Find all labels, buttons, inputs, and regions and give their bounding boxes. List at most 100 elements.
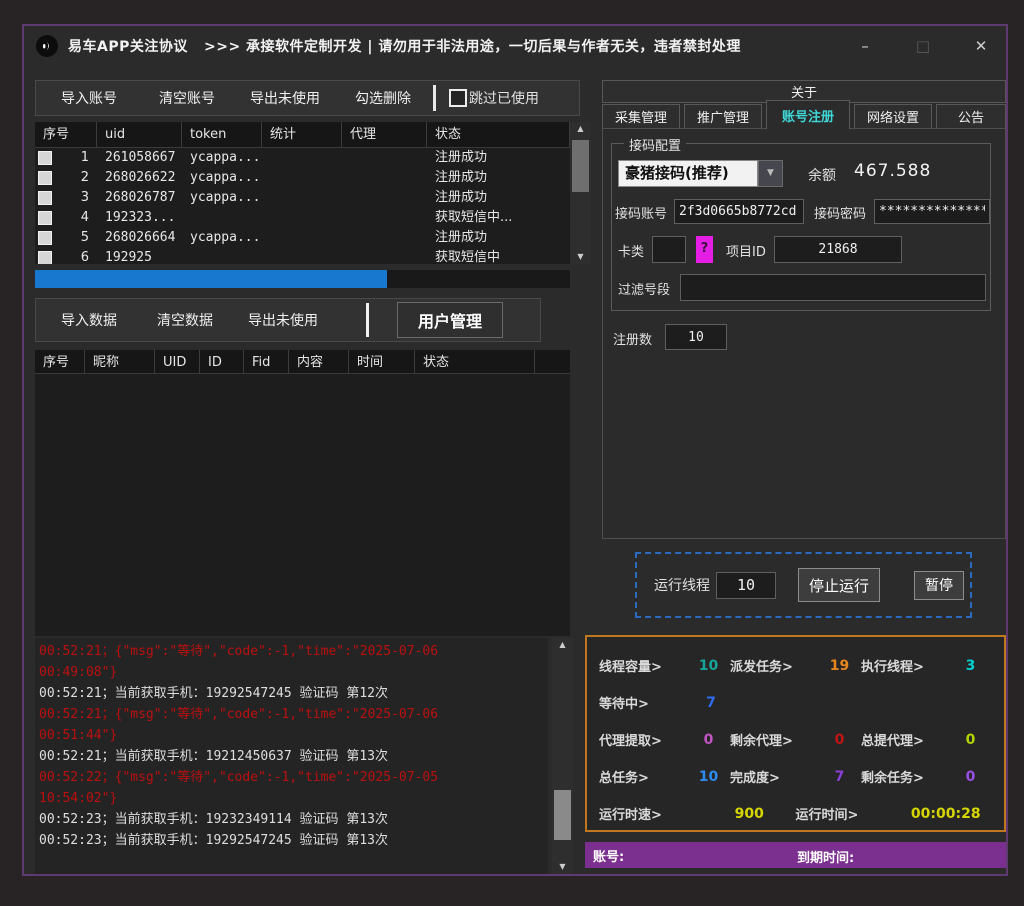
export-unused-accounts-button[interactable]: 导出未使用 <box>250 88 320 108</box>
accounts-header-col-0[interactable]: 序号 <box>35 122 97 147</box>
scroll-up-icon[interactable]: ▲ <box>552 638 573 652</box>
user-management-button[interactable]: 用户管理 <box>397 302 503 338</box>
row-checkbox[interactable] <box>38 211 52 225</box>
scrollbar-thumb[interactable] <box>572 140 589 192</box>
data-header-col-0[interactable]: 序号 <box>35 350 85 373</box>
accounts-header-col-3[interactable]: 统计 <box>262 122 342 147</box>
log-scrollbar[interactable]: ▲ ▼ <box>552 638 573 874</box>
import-data-button[interactable]: 导入数据 <box>61 310 117 330</box>
accounts-header-col-4[interactable]: 代理 <box>342 122 427 147</box>
delete-checked-button[interactable]: 勾选删除 <box>355 88 411 108</box>
import-accounts-button[interactable]: 导入账号 <box>61 88 117 108</box>
stat-label: 运行时间> <box>796 804 900 823</box>
skip-used-checkbox[interactable] <box>449 89 467 107</box>
row-checkbox[interactable] <box>38 251 52 264</box>
accounts-header-col-1[interactable]: uid <box>97 122 182 147</box>
stat-value: 19 <box>818 658 861 674</box>
stat-label: 总任务> <box>599 767 687 786</box>
data-table <box>35 374 570 636</box>
log-line: 00:49:08"} <box>39 662 546 683</box>
filter-segment-input[interactable] <box>680 274 986 301</box>
data-table-header: 序号昵称UIDIDFid内容时间状态 <box>35 350 570 374</box>
row-checkbox[interactable] <box>38 191 52 205</box>
maximize-button[interactable]: □ <box>910 34 936 58</box>
accounts-hscrollbar[interactable] <box>35 270 570 288</box>
data-header-col-6[interactable]: 时间 <box>349 350 415 373</box>
row-index: 2 <box>81 168 89 188</box>
accounts-table-scrollbar[interactable]: ▲ ▼ <box>570 122 591 264</box>
scroll-down-icon[interactable]: ▼ <box>570 250 591 264</box>
stats-panel: 线程容量>10派发任务>19执行线程>3等待中>7代理提取>0剩余代理>0总提代… <box>585 635 1006 832</box>
account-row[interactable]: 1261058667ycappa...注册成功 <box>35 148 570 168</box>
scrollbar-thumb[interactable] <box>554 790 571 840</box>
project-id-input[interactable] <box>774 236 902 263</box>
stat-item: 代理提取>0 <box>599 730 730 749</box>
cell-token: ycappa... <box>182 188 262 208</box>
stat-label: 代理提取> <box>599 730 687 749</box>
register-count-input[interactable] <box>665 324 727 350</box>
scroll-up-icon[interactable]: ▲ <box>570 122 591 136</box>
card-type-label: 卡类 <box>618 241 644 260</box>
close-button[interactable]: ✕ <box>968 34 994 58</box>
account-row[interactable]: 5268026664ycappa...注册成功 <box>35 228 570 248</box>
cell-uid: 268026664 <box>97 228 182 248</box>
stop-run-button[interactable]: 停止运行 <box>798 568 880 602</box>
help-button[interactable]: ? <box>696 236 713 263</box>
account-row[interactable]: 3268026787ycappa...注册成功 <box>35 188 570 208</box>
accounts-header-col-5[interactable]: 状态 <box>427 122 570 147</box>
account-row[interactable]: 6192925获取短信中 <box>35 248 570 264</box>
tab-announcement[interactable]: 公告 <box>936 104 1006 129</box>
clear-data-button[interactable]: 清空数据 <box>157 310 213 330</box>
sms-password-input[interactable] <box>874 199 990 224</box>
tab-network-settings[interactable]: 网络设置 <box>854 104 932 129</box>
row-checkbox[interactable] <box>38 231 52 245</box>
export-unused-data-button[interactable]: 导出未使用 <box>248 310 318 330</box>
minimize-button[interactable]: – <box>852 34 878 58</box>
tab-account-register[interactable]: 账号注册 <box>766 100 850 129</box>
pause-button[interactable]: 暂停 <box>914 571 964 600</box>
cell-uid: 268026622 <box>97 168 182 188</box>
accounts-header-col-2[interactable]: token <box>182 122 262 147</box>
tab-collect-management[interactable]: 采集管理 <box>602 104 680 129</box>
data-header-col-4[interactable]: Fid <box>244 350 289 373</box>
hscrollbar-thumb[interactable] <box>35 270 387 288</box>
dropdown-arrow-icon[interactable]: ▼ <box>758 160 783 187</box>
app-logo-icon <box>36 35 58 57</box>
scroll-down-icon[interactable]: ▼ <box>552 860 573 874</box>
stat-item: 派发任务>19 <box>730 656 861 675</box>
stat-label: 完成度> <box>730 767 818 786</box>
license-expire-label: 到期时间: <box>797 847 854 866</box>
cell-proxy <box>342 248 427 264</box>
tab-promotion-management[interactable]: 推广管理 <box>684 104 762 129</box>
stat-label: 执行线程> <box>861 656 949 675</box>
clear-accounts-button[interactable]: 清空账号 <box>159 88 215 108</box>
cell-token <box>182 248 262 264</box>
thread-count-label: 运行线程 <box>654 575 710 595</box>
account-row[interactable]: 2268026622ycappa...注册成功 <box>35 168 570 188</box>
sms-account-input[interactable] <box>674 199 804 224</box>
data-header-col-7[interactable]: 状态 <box>415 350 535 373</box>
row-index: 4 <box>81 208 89 228</box>
row-checkbox[interactable] <box>38 171 52 185</box>
log-line: 00:51:44"} <box>39 725 546 746</box>
stat-label: 剩余任务> <box>861 767 949 786</box>
cell-status: 注册成功 <box>427 168 570 188</box>
data-header-col-3[interactable]: ID <box>200 350 244 373</box>
account-row[interactable]: 4192323...获取短信中... <box>35 208 570 228</box>
sms-provider-dropdown[interactable]: 豪猪接码(推荐) <box>618 160 758 187</box>
card-type-input[interactable] <box>652 236 686 263</box>
cell-proxy <box>342 148 427 168</box>
stat-item: 执行线程>3 <box>861 656 992 675</box>
cell-token <box>182 208 262 228</box>
cell-proxy <box>342 188 427 208</box>
cell-token: ycappa... <box>182 148 262 168</box>
data-header-col-1[interactable]: 昵称 <box>85 350 155 373</box>
row-index: 1 <box>81 148 89 168</box>
thread-count-input[interactable] <box>716 572 776 599</box>
row-checkbox[interactable] <box>38 151 52 165</box>
stat-label: 派发任务> <box>730 656 818 675</box>
data-header-col-5[interactable]: 内容 <box>289 350 349 373</box>
data-header-col-2[interactable]: UID <box>155 350 200 373</box>
cell-status: 注册成功 <box>427 188 570 208</box>
stat-item: 线程容量>10 <box>599 656 730 675</box>
